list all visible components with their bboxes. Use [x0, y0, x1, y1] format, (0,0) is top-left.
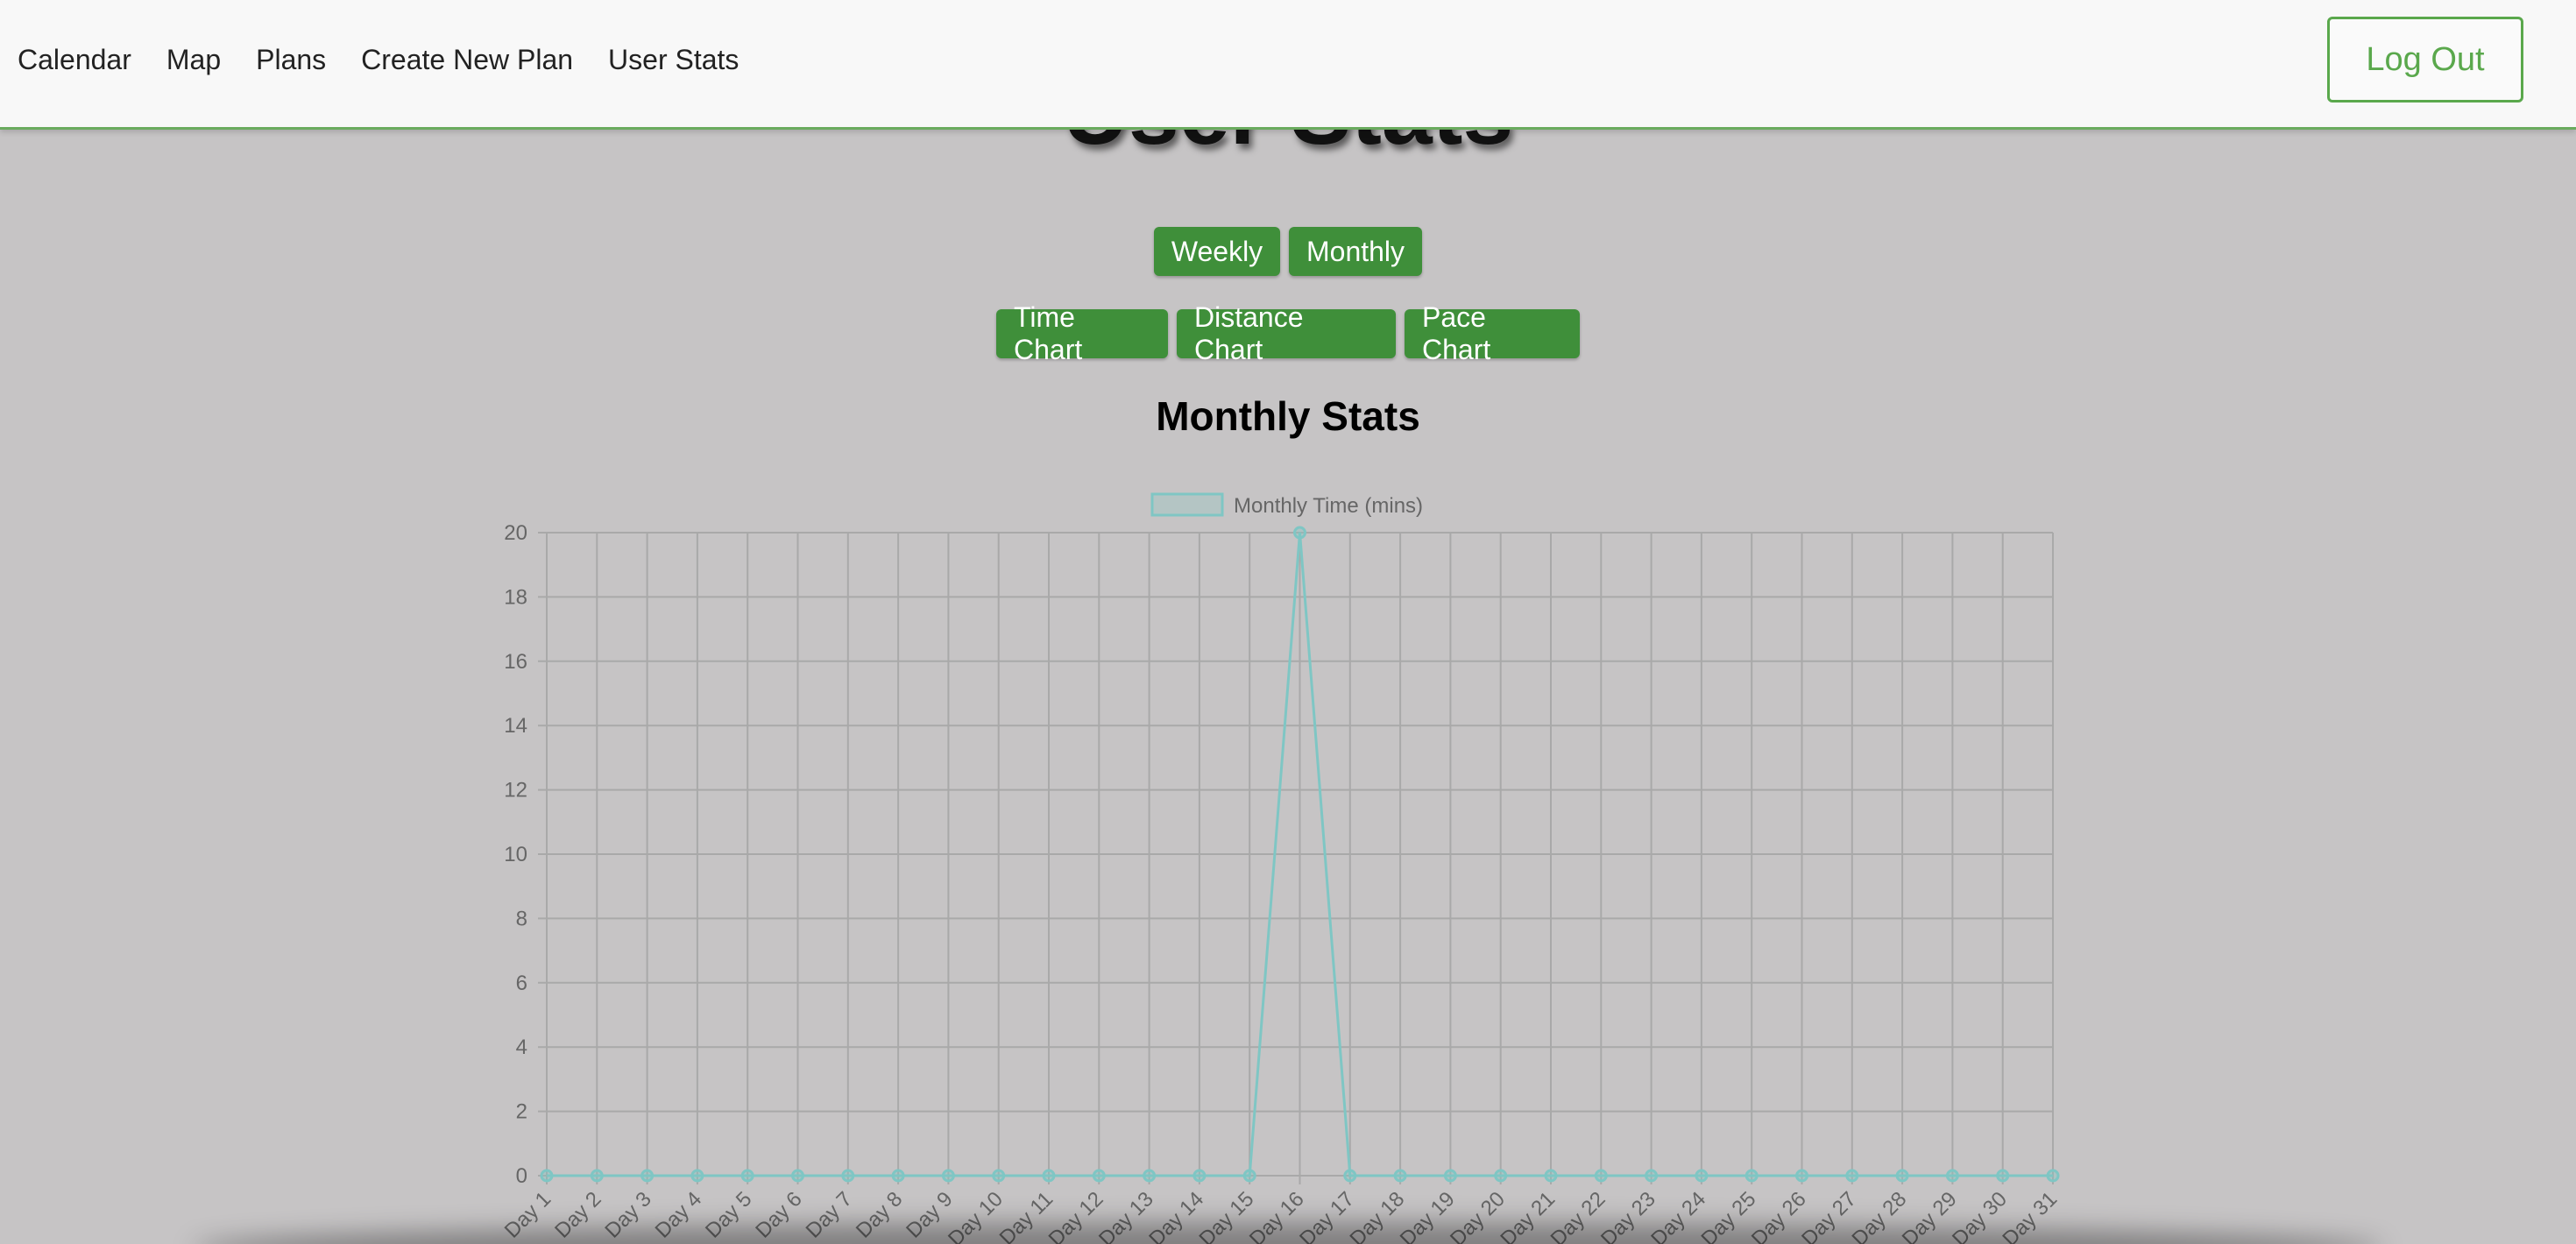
data-point — [1645, 1169, 1659, 1183]
nav-calendar-link[interactable]: Calendar — [18, 44, 131, 76]
data-point — [992, 1169, 1006, 1183]
data-point — [1594, 1169, 1608, 1183]
data-point — [1092, 1169, 1106, 1183]
section-heading: Monthly Stats — [1156, 393, 1420, 439]
nav-map-link[interactable]: Map — [166, 44, 221, 76]
data-point — [740, 1169, 754, 1183]
monthly-button[interactable]: Monthly — [1289, 227, 1422, 276]
nav-create-new-plan-link[interactable]: Create New Plan — [361, 44, 573, 76]
monthly-time-chart: 02468101214161820Day 1Day 2Day 3Day 4Day… — [500, 492, 2062, 1244]
logout-button[interactable]: Log Out — [2327, 17, 2523, 102]
data-point — [1996, 1169, 2010, 1183]
data-point — [791, 1169, 804, 1183]
data-point — [1242, 1169, 1256, 1183]
y-tick-label: 14 — [504, 714, 527, 738]
data-point — [941, 1169, 955, 1183]
nav-user-stats-link[interactable]: User Stats — [608, 44, 739, 76]
nav-links: Calendar Map Plans Create New Plan User … — [18, 0, 774, 119]
y-tick-label: 12 — [504, 779, 527, 802]
data-point — [2046, 1169, 2060, 1183]
data-point — [1544, 1169, 1558, 1183]
data-point — [1744, 1169, 1759, 1183]
nav-plans-link[interactable]: Plans — [256, 44, 326, 76]
data-point — [690, 1169, 704, 1183]
chart-type-button-group: Time Chart Distance Chart Pace Chart — [0, 301, 2576, 365]
y-tick-label: 20 — [504, 521, 527, 545]
time-chart-button[interactable]: Time Chart — [996, 301, 1168, 365]
pace-chart-button[interactable]: Pace Chart — [1405, 301, 1580, 365]
data-point — [1695, 1169, 1709, 1183]
data-point — [1343, 1169, 1357, 1183]
y-tick-label: 8 — [516, 907, 527, 930]
data-point — [1443, 1169, 1457, 1183]
period-button-group: Weekly Monthly — [0, 227, 2576, 276]
y-tick-label: 16 — [504, 650, 527, 674]
data-point — [1192, 1169, 1207, 1183]
data-point — [1895, 1169, 1909, 1183]
data-point — [1945, 1169, 1959, 1183]
data-point — [1293, 526, 1306, 540]
legend-label: Monthly Time (mins) — [1234, 494, 1423, 518]
data-point — [1143, 1169, 1157, 1183]
top-navbar: Calendar Map Plans Create New Plan User … — [0, 0, 2576, 130]
data-point — [1795, 1169, 1808, 1183]
data-point — [640, 1169, 655, 1183]
y-tick-label: 4 — [516, 1035, 527, 1059]
data-point — [841, 1169, 855, 1183]
data-point — [540, 1169, 554, 1183]
y-tick-label: 10 — [504, 843, 527, 866]
y-tick-label: 18 — [504, 585, 527, 609]
data-point — [891, 1169, 905, 1183]
data-point — [1845, 1169, 1859, 1183]
weekly-button[interactable]: Weekly — [1154, 227, 1280, 276]
y-tick-label: 2 — [516, 1100, 527, 1124]
y-tick-label: 6 — [516, 972, 527, 995]
data-point — [590, 1169, 604, 1183]
data-point — [1494, 1169, 1508, 1183]
distance-chart-button[interactable]: Distance Chart — [1177, 301, 1396, 365]
legend-swatch — [1150, 492, 1224, 517]
y-tick-label: 0 — [516, 1164, 527, 1188]
data-point — [1393, 1169, 1407, 1183]
data-point — [1042, 1169, 1056, 1183]
